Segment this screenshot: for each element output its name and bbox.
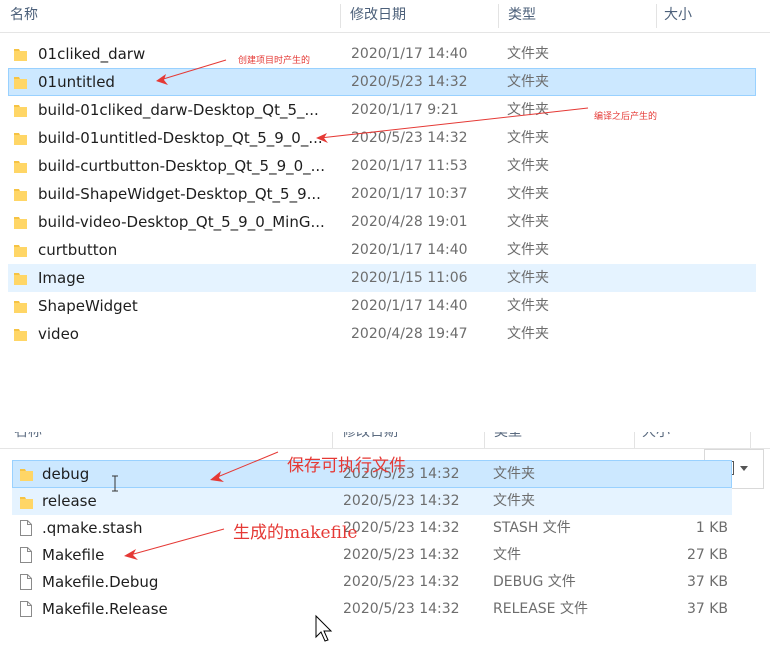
arrow-line [319,107,589,139]
mouse-cursor-icon [315,614,333,642]
arrow-head [124,549,138,560]
arrow-line [159,59,227,81]
text-cursor-icon [112,475,118,492]
arrow-head [316,133,328,143]
arrow-line [214,451,279,479]
arrow-line [129,528,225,556]
annotation-arrows [112,59,589,642]
arrow-head [210,471,224,482]
arrow-head [156,74,168,85]
